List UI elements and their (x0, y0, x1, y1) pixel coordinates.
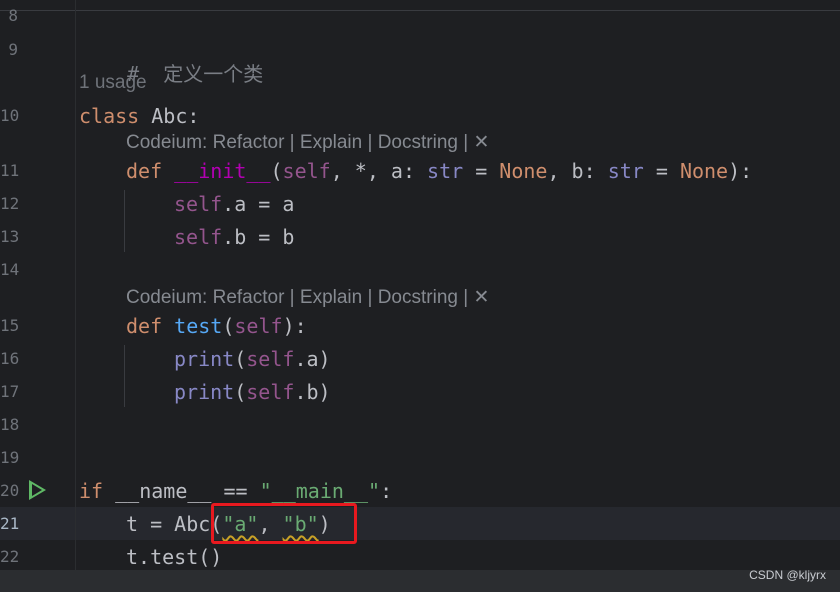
class-name: Abc: (139, 104, 200, 128)
line-number: 16 (0, 349, 20, 368)
code-line-init: def __init__(self, *, a: str = None, b: … (126, 159, 752, 183)
attr-text: .a) (294, 347, 331, 371)
editor-top-divider (0, 10, 840, 11)
paren: ( (234, 347, 247, 371)
colon: : (380, 479, 393, 503)
line-number: 22 (0, 547, 20, 566)
self-ref: self (174, 225, 223, 249)
comment-text: # 定义一个类 (127, 62, 264, 86)
line-number: 10 (0, 106, 20, 125)
line-number: 9 (8, 40, 18, 59)
builtin-print: print (174, 380, 235, 404)
paren: ( (270, 159, 283, 183)
keyword-def: def (126, 314, 163, 338)
assign-text: .b = b (222, 225, 295, 249)
condition-text: __name__ == (103, 479, 260, 503)
indent-guide (124, 345, 125, 407)
line-number: 8 (8, 6, 18, 25)
line-number: 21 (0, 514, 20, 533)
function-name: test (174, 314, 223, 338)
type-str: str (607, 159, 644, 183)
watermark: CSDN @kljyrx (749, 568, 826, 582)
keyword-if: if (79, 479, 104, 503)
line-number: 15 (0, 316, 20, 335)
gutter-separator (75, 0, 76, 570)
code-line-main-guard: if __name__ == "__main__": (79, 479, 392, 503)
line-number: 13 (0, 227, 20, 246)
equals: = (643, 159, 680, 183)
call-text: t.test() (126, 545, 223, 569)
run-icon[interactable] (29, 480, 46, 500)
builtin-print: print (174, 347, 235, 371)
code-line-self-a: self.a = a (174, 192, 294, 216)
codeium-hint-link[interactable]: Codeium: Refactor | Explain | Docstring … (126, 286, 489, 309)
code-line-print-b: print(self.b) (174, 380, 331, 404)
paren: ( (222, 314, 235, 338)
assign-text: .a = a (222, 192, 295, 216)
line-number: 11 (0, 161, 20, 180)
line-number: 14 (0, 260, 20, 279)
self-ref: self (246, 380, 295, 404)
code-line-self-b: self.b = b (174, 225, 294, 249)
self-param: self (282, 159, 331, 183)
self-ref: self (246, 347, 295, 371)
params-text: , *, a: (330, 159, 428, 183)
type-str: str (427, 159, 464, 183)
keyword-class: class (79, 104, 140, 128)
codeium-hint-link[interactable]: Codeium: Refactor | Explain | Docstring … (126, 131, 489, 154)
code-editor[interactable]: 8 9 10 11 12 13 14 15 16 17 18 19 20 21 … (0, 0, 840, 592)
code-line-call-test: t.test() (126, 545, 222, 569)
code-line-test-def: def test(self): (126, 314, 307, 338)
line-number: 18 (0, 415, 20, 434)
self-param: self (234, 314, 283, 338)
none-value: None (679, 159, 729, 183)
paren-close: ): (282, 314, 307, 338)
line-number: 12 (0, 194, 20, 213)
line-number: 17 (0, 382, 20, 401)
attr-text: .b) (294, 380, 331, 404)
string-literal: "__main__" (259, 479, 381, 503)
none-value: None (499, 159, 548, 183)
self-ref: self (174, 192, 223, 216)
indent-guide (124, 190, 125, 252)
code-line-class: class Abc: (79, 104, 199, 128)
line-number: 20 (0, 481, 20, 500)
assign-text: t = Abc( (126, 512, 223, 536)
function-name: __init__ (174, 159, 271, 183)
paren-close: ): (728, 159, 753, 183)
paren: ( (234, 380, 247, 404)
equals: = (463, 159, 500, 183)
horizontal-scrollbar[interactable] (0, 570, 840, 592)
usage-hint[interactable]: 1 usage (79, 72, 147, 94)
highlight-annotation-box (211, 503, 357, 544)
code-line-print-a: print(self.a) (174, 347, 331, 371)
params-text: , b: (547, 159, 608, 183)
line-number: 19 (0, 448, 20, 467)
keyword-def: def (126, 159, 163, 183)
